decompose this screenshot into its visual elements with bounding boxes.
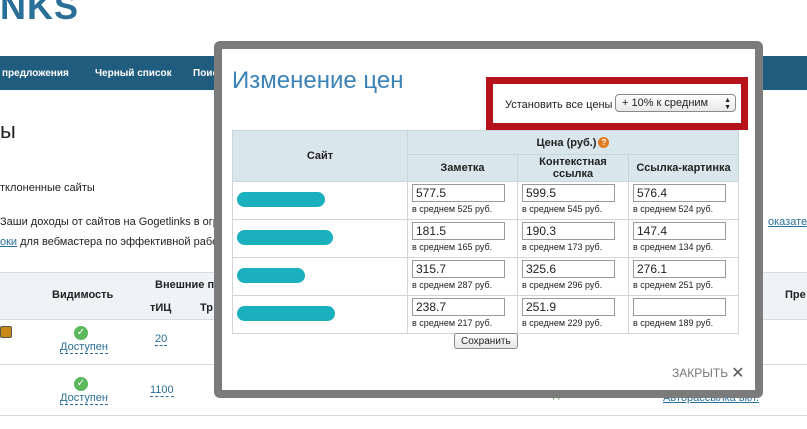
column-pre: Пре: [785, 289, 806, 301]
price-cell: в среднем 134 руб.: [628, 219, 739, 258]
rejected-sites-text[interactable]: тклоненные сайты: [0, 182, 95, 194]
site-cell: [232, 219, 408, 258]
table-row: в среднем 165 руб. в среднем 173 руб. в …: [232, 219, 739, 258]
average-price: в среднем 251 руб.: [633, 280, 714, 290]
image-price-input[interactable]: [633, 260, 726, 278]
tips-link[interactable]: оки: [0, 236, 17, 248]
row-divider: [0, 415, 807, 416]
price-change-modal: Изменение цен Установить все цены + 10% …: [222, 49, 755, 390]
indicators-link[interactable]: оказатели: [768, 216, 807, 228]
set-all-selected-value: + 10% к средним: [622, 97, 709, 109]
average-price: в среднем 134 руб.: [633, 242, 714, 252]
close-icon[interactable]: ✕: [731, 363, 744, 383]
average-price: в среднем 287 руб.: [412, 280, 493, 290]
average-price: в среднем 525 руб.: [412, 204, 493, 214]
context-price-input[interactable]: [522, 184, 615, 202]
nav-item-offers[interactable]: предложения: [2, 68, 69, 79]
site-name-redacted: [237, 306, 335, 321]
status-available[interactable]: Доступен: [60, 341, 109, 354]
status-available[interactable]: Доступен: [60, 392, 109, 405]
table-row: в среднем 217 руб. в среднем 229 руб. в …: [232, 295, 739, 334]
context-price-input[interactable]: [522, 222, 615, 240]
column-site: Сайт: [232, 130, 408, 182]
price-cell: в среднем 173 руб.: [517, 219, 629, 258]
image-price-input[interactable]: [633, 298, 726, 316]
nav-item-blacklist[interactable]: Черный список: [95, 68, 172, 79]
price-cell: в среднем 251 руб.: [628, 257, 739, 296]
average-price: в среднем 189 руб.: [633, 318, 714, 328]
check-icon: ✓: [74, 326, 88, 340]
modal-overlay-frame: Изменение цен Установить все цены + 10% …: [214, 41, 763, 398]
average-price: в среднем 524 руб.: [633, 204, 714, 214]
select-arrows-icon: ▲ ▼: [724, 97, 731, 111]
price-cell: в среднем 524 руб.: [628, 181, 739, 220]
save-button[interactable]: Сохранить: [454, 333, 518, 349]
note-price-input[interactable]: [412, 222, 505, 240]
check-icon: ✓: [74, 377, 88, 391]
note-price-input[interactable]: [412, 184, 505, 202]
site-name-redacted: [237, 230, 333, 245]
tips-line: оки для вебмастера по эффективной работе: [0, 236, 229, 248]
average-price: в среднем 217 руб.: [412, 318, 493, 328]
average-price: в среднем 173 руб.: [522, 242, 603, 252]
income-info-text: Заши доходы от сайтов на Gogetlinks в ог…: [0, 216, 233, 228]
tic-value[interactable]: 1100: [150, 384, 174, 397]
close-modal-link[interactable]: ЗАКРЫТЬ ✕: [672, 363, 744, 383]
price-cell: в среднем 525 руб.: [407, 181, 518, 220]
site-name-redacted: [237, 268, 305, 283]
column-visibility: Видимость: [52, 289, 114, 301]
page-title: ы: [0, 118, 16, 143]
table-row: в среднем 287 руб. в среднем 296 руб. в …: [232, 257, 739, 296]
average-price: в среднем 296 руб.: [522, 280, 603, 290]
note-price-input[interactable]: [412, 298, 505, 316]
column-image-link: Ссылка-картинка: [628, 154, 739, 182]
column-external: Внешние по: [155, 279, 221, 291]
tic-value[interactable]: 20: [155, 333, 168, 346]
price-cell: в среднем 217 руб.: [407, 295, 518, 334]
info-icon[interactable]: ?: [598, 137, 610, 149]
image-price-input[interactable]: [633, 184, 726, 202]
average-price: в среднем 229 руб.: [522, 318, 603, 328]
set-all-label: Установить все цены: [505, 99, 613, 111]
table-row: в среднем 525 руб. в среднем 545 руб. в …: [232, 181, 739, 220]
price-table: Сайт Цена (руб.)? Заметка Контекстная сс…: [232, 130, 739, 334]
context-price-input[interactable]: [522, 260, 615, 278]
site-name-redacted: [237, 192, 325, 207]
note-price-input[interactable]: [412, 260, 505, 278]
column-tr: Тр: [200, 302, 214, 314]
close-label: ЗАКРЫТЬ: [672, 366, 729, 380]
site-cell: [232, 295, 408, 334]
price-cell: в среднем 287 руб.: [407, 257, 518, 296]
price-cell: в среднем 165 руб.: [407, 219, 518, 258]
column-context-link: Контекстная ссылка: [517, 154, 629, 182]
tips-text: для вебмастера по эффективной работе: [20, 236, 230, 248]
modal-title: Изменение цен: [232, 67, 404, 94]
set-all-select[interactable]: + 10% к средним ▲ ▼: [615, 94, 736, 112]
context-price-input[interactable]: [522, 298, 615, 316]
price-cell: в среднем 229 руб.: [517, 295, 629, 334]
price-cell: в среднем 189 руб.: [628, 295, 739, 334]
price-cell: в среднем 545 руб.: [517, 181, 629, 220]
site-cell: [232, 181, 408, 220]
column-tic[interactable]: тИЦ: [150, 302, 171, 314]
average-price: в среднем 165 руб.: [412, 242, 493, 252]
image-price-input[interactable]: [633, 222, 726, 240]
column-note: Заметка: [407, 154, 518, 182]
site-logo[interactable]: NKS: [0, 0, 79, 28]
set-all-prices-box: Установить все цены + 10% к средним ▲ ▼: [486, 77, 748, 130]
site-favicon-icon: [0, 326, 12, 338]
price-cell: в среднем 296 руб.: [517, 257, 629, 296]
site-cell: [232, 257, 408, 296]
price-header-label: Цена (руб.): [536, 136, 597, 149]
column-price-group: Цена (руб.)?: [407, 130, 739, 155]
average-price: в среднем 545 руб.: [522, 204, 603, 214]
